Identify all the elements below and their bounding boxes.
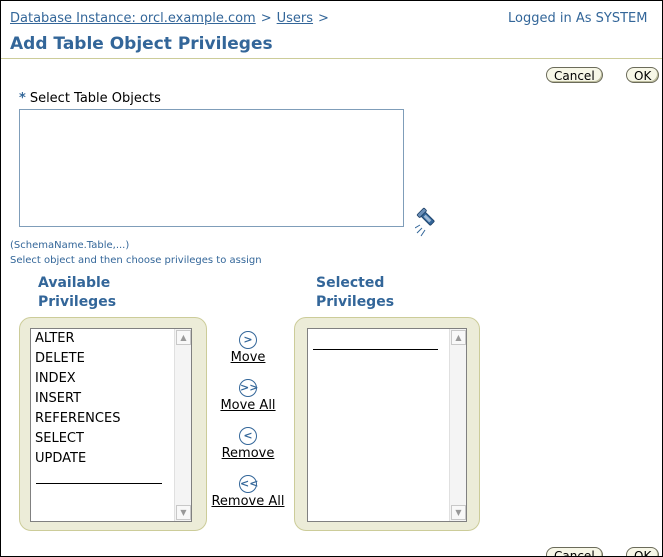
required-indicator: * — [19, 91, 26, 106]
move-all-button[interactable]: >> Move All — [208, 379, 288, 413]
ok-button-bottom[interactable]: OK — [626, 547, 660, 556]
scroll-down-icon[interactable]: ▼ — [176, 505, 191, 520]
breadcrumb-separator: > — [318, 11, 329, 26]
breadcrumb: Database Instance: orcl.example.com > User… — [10, 11, 334, 26]
breadcrumb-database-instance[interactable]: Database Instance: orcl.example.com — [10, 11, 256, 26]
move-icon[interactable]: > — [239, 331, 257, 349]
page-frame: Database Instance: orcl.example.com > User… — [0, 0, 663, 557]
ok-button[interactable]: OK — [626, 67, 660, 83]
selected-privileges-heading: Selected Privileges — [316, 274, 394, 312]
selected-list-scrollbar[interactable]: ▲ ▼ — [449, 329, 466, 521]
table-objects-input[interactable] — [19, 109, 404, 227]
available-list-scrollbar[interactable]: ▲ ▼ — [174, 329, 191, 521]
title-divider — [1, 58, 662, 59]
remove-button[interactable]: < Remove — [208, 427, 288, 461]
list-item[interactable]: SELECT — [31, 429, 120, 449]
remove-icon[interactable]: < — [239, 427, 257, 445]
move-all-icon[interactable]: >> — [239, 379, 258, 397]
move-button[interactable]: > Move — [208, 331, 288, 365]
available-privileges-heading: Available Privileges — [38, 274, 116, 312]
page-title: Add Table Object Privileges — [10, 34, 273, 54]
remove-label[interactable]: Remove — [208, 446, 288, 461]
list-item[interactable]: REFERENCES — [31, 409, 120, 429]
select-table-objects-label: * Select Table Objects — [19, 91, 161, 106]
available-heading-line1: Available — [38, 275, 111, 291]
selected-heading-line2: Privileges — [316, 294, 395, 310]
remove-all-label[interactable]: Remove All — [208, 494, 288, 509]
breadcrumb-separator: > — [260, 11, 272, 26]
list-item[interactable]: INDEX — [31, 369, 120, 389]
list-item[interactable]: ALTER — [31, 329, 120, 349]
scroll-up-icon[interactable]: ▲ — [176, 330, 191, 345]
available-privileges-items: ALTER DELETE INDEX INSERT REFERENCES SEL… — [31, 329, 120, 469]
move-label[interactable]: Move — [208, 350, 288, 365]
scroll-down-icon[interactable]: ▼ — [451, 505, 466, 520]
cancel-button[interactable]: Cancel — [546, 67, 603, 83]
remove-all-icon[interactable]: << — [239, 475, 258, 493]
list-separator — [313, 349, 438, 350]
login-status: Logged in As SYSTEM — [508, 11, 648, 26]
format-hint: (SchemaName.Table,...) — [10, 240, 130, 251]
available-heading-line2: Privileges — [38, 294, 117, 310]
available-privileges-list[interactable]: ALTER DELETE INDEX INSERT REFERENCES SEL… — [30, 328, 192, 522]
list-item[interactable]: DELETE — [31, 349, 120, 369]
scroll-up-icon[interactable]: ▲ — [451, 330, 466, 345]
instruction-text: Select object and then choose privileges… — [10, 255, 262, 266]
remove-all-button[interactable]: << Remove All — [208, 475, 288, 509]
list-item[interactable]: UPDATE — [31, 449, 120, 469]
flashlight-icon[interactable] — [414, 207, 447, 237]
breadcrumb-users[interactable]: Users — [277, 11, 313, 26]
selected-heading-line1: Selected — [316, 275, 385, 291]
list-item[interactable]: INSERT — [31, 389, 120, 409]
list-separator — [36, 483, 162, 484]
cancel-button-bottom[interactable]: Cancel — [546, 547, 603, 556]
select-table-objects-text: Select Table Objects — [29, 91, 161, 106]
selected-privileges-list[interactable]: ▲ ▼ — [307, 328, 467, 522]
move-all-label[interactable]: Move All — [208, 398, 288, 413]
